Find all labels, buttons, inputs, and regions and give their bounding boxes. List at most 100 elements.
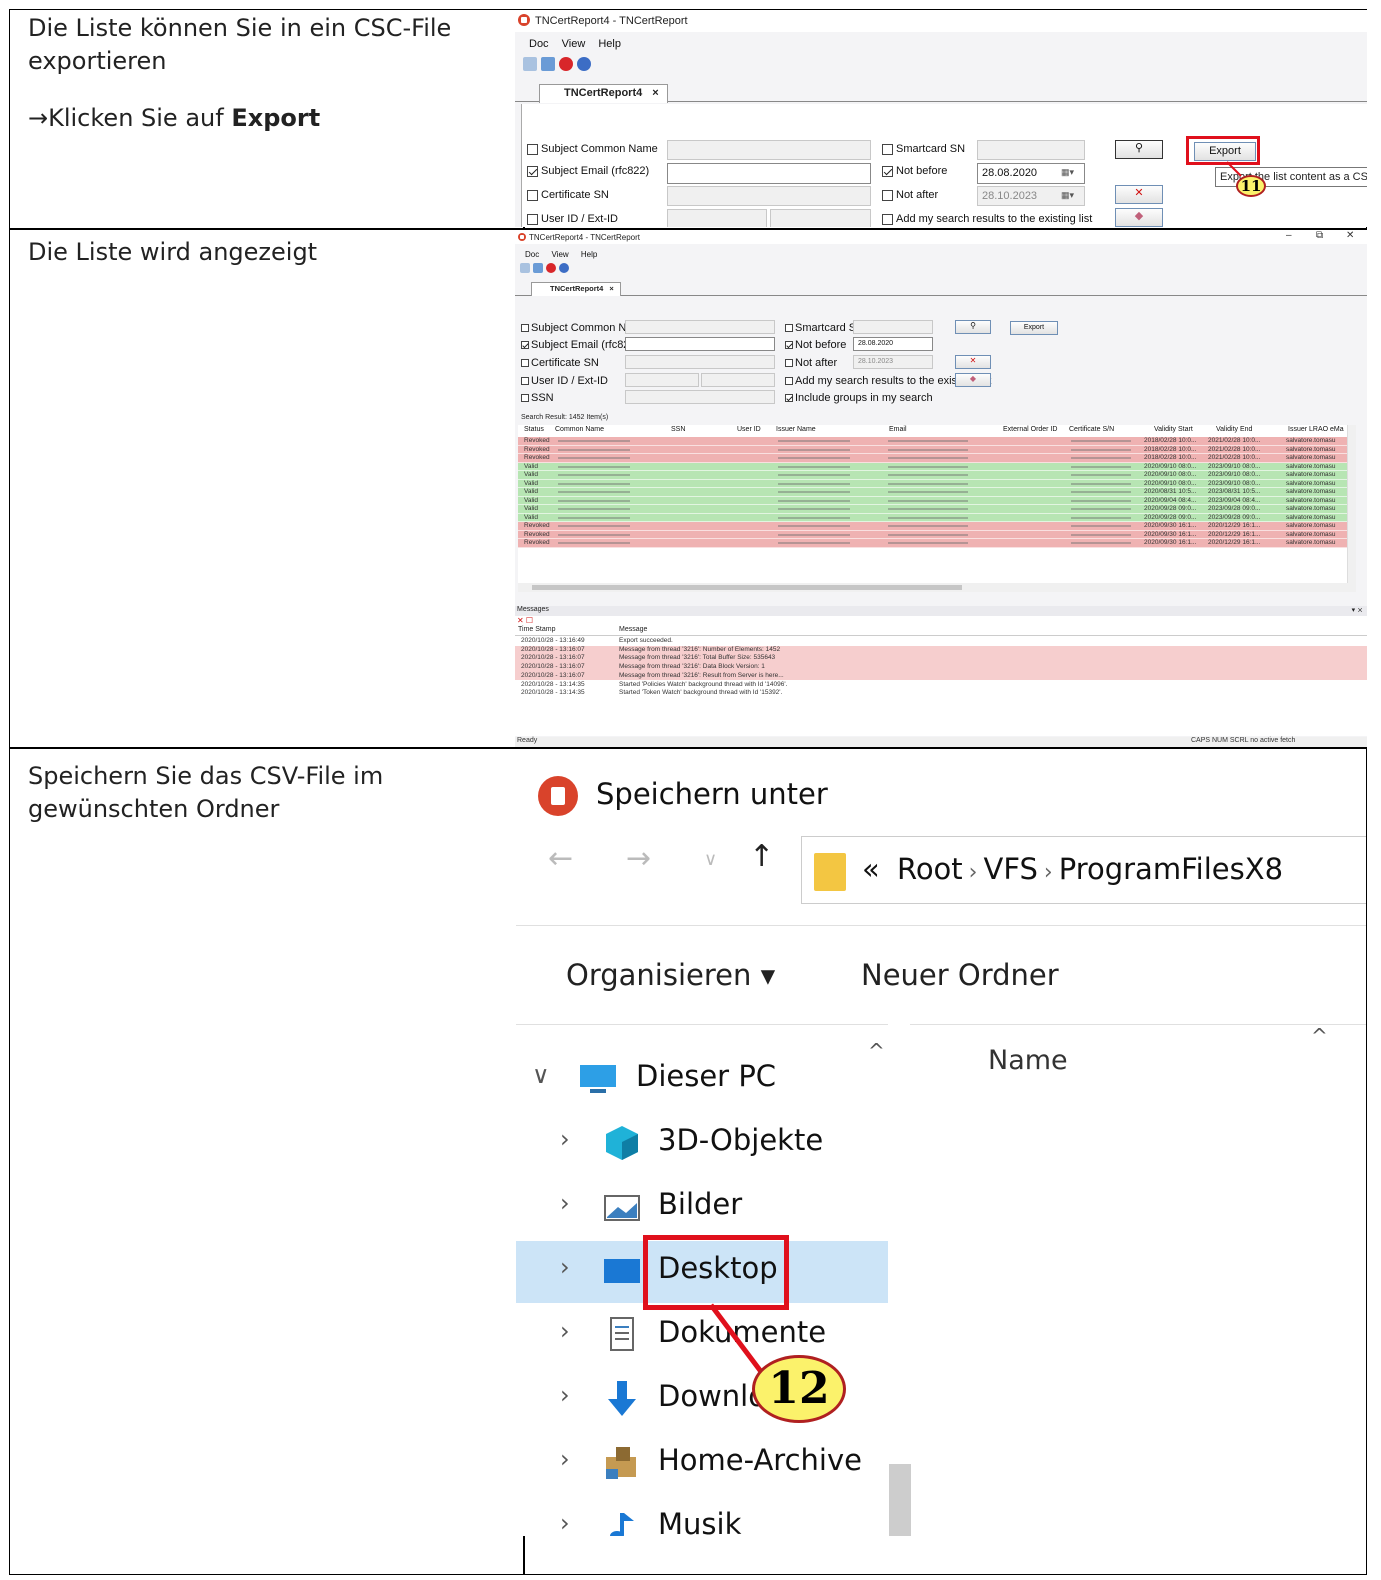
table-row[interactable]: Revoked 2020/09/30 16:1... 2020/12/29 16:1… [518, 522, 1356, 531]
chevron-right-icon[interactable]: › [560, 1189, 570, 1217]
menu-doc[interactable]: Doc [529, 38, 549, 50]
chevron-down-icon[interactable]: ∨ [532, 1061, 550, 1089]
chevron-right-icon[interactable]: › [560, 1317, 570, 1345]
menu-help[interactable]: Help [581, 250, 597, 259]
chevron-right-icon[interactable]: › [560, 1445, 570, 1473]
help-icon[interactable] [559, 263, 569, 273]
message-row[interactable]: 2020/10/28 - 13:14:35 Started 'Policies W… [515, 681, 1367, 690]
col-status[interactable]: Status [524, 426, 544, 433]
subject-cn-checkbox[interactable]: Subject Common Name [527, 143, 658, 155]
cert-sn-checkbox[interactable]: Certificate SN [527, 189, 609, 201]
tree-item-this-pc[interactable]: ∨ Dieser PC [516, 1049, 888, 1111]
address-bar[interactable]: « Root › VFS › ProgramFilesX8 [801, 836, 1366, 904]
ext-id-input[interactable] [701, 373, 775, 387]
scrollbar-thumb[interactable] [889, 1464, 911, 1536]
vertical-scrollbar[interactable] [1347, 425, 1356, 590]
not-before-date[interactable]: 28.08.2020 [853, 337, 933, 351]
smartcard-input[interactable] [977, 140, 1085, 160]
subject-email-checkbox[interactable]: Subject Email (rfc822) [521, 339, 639, 351]
add-results-checkbox[interactable]: Add my search results to the existing li… [882, 213, 1092, 225]
ext-id-input[interactable] [770, 209, 871, 227]
help-icon[interactable] [577, 57, 591, 71]
search-button[interactable]: ⚲ [955, 320, 991, 334]
organize-button[interactable]: Organisieren ▾ [566, 958, 775, 992]
subject-cn-input[interactable] [667, 140, 871, 160]
col-issuer-name[interactable]: Issuer Name [776, 426, 816, 433]
chevron-right-icon[interactable]: › [560, 1509, 570, 1536]
tree-item-pictures[interactable]: › Bilder [516, 1177, 888, 1239]
tree-scrollbar[interactable] [888, 1019, 911, 1536]
clear-button[interactable]: ✕ [955, 355, 991, 369]
new-folder-button[interactable]: Neuer Ordner [861, 958, 1059, 992]
table-row[interactable]: Valid 2020/09/10 08:0... 2023/09/10 08:0..… [518, 479, 1356, 488]
document-icon[interactable] [520, 263, 530, 273]
chevron-right-icon[interactable]: › [560, 1253, 570, 1281]
table-row[interactable]: Valid 2020/09/28 09:0... 2023/09/28 09:0..… [518, 505, 1356, 514]
table-row[interactable]: Valid 2020/09/10 08:0... 2023/09/10 08:0..… [518, 471, 1356, 480]
table-row[interactable]: Valid 2020/08/31 10:5... 2023/08/31 10:5..… [518, 488, 1356, 497]
close-icon[interactable]: ✕ [1346, 230, 1354, 241]
pane-controls-icon[interactable]: ▾ ⨯ [1352, 606, 1363, 614]
horizontal-scrollbar[interactable] [518, 583, 1356, 592]
message-row[interactable]: 2020/10/28 - 13:14:35 Started 'Token Watc… [515, 689, 1367, 698]
stop-icon[interactable] [546, 263, 556, 273]
restore-icon[interactable]: ⧉ [1316, 230, 1323, 241]
subject-email-input[interactable] [625, 337, 775, 351]
forward-arrow-icon[interactable]: → [626, 841, 651, 876]
include-groups-checkbox[interactable]: Include groups in my search [785, 392, 933, 404]
table-row[interactable]: Valid 2020/09/28 09:0... 2023/09/28 09:0..… [518, 513, 1356, 522]
user-id-checkbox[interactable]: User ID / Ext-ID [527, 213, 618, 225]
ssn-checkbox[interactable]: SSN [521, 392, 554, 404]
not-after-date[interactable]: 28.10.2023 [853, 355, 933, 369]
back-arrow-icon[interactable]: ← [548, 841, 573, 876]
table-row[interactable]: Revoked 2020/09/30 16:1... 2020/12/29 16:1… [518, 539, 1356, 548]
message-row[interactable]: 2020/10/28 - 13:16:07 Message from thread… [515, 654, 1367, 664]
close-icon[interactable]: × [652, 87, 658, 99]
col-validity-end[interactable]: Validity End [1216, 426, 1252, 433]
table-row[interactable]: Revoked 2020/09/30 16:1... 2020/12/29 16:1… [518, 530, 1356, 539]
ssn-input[interactable] [625, 390, 775, 404]
tree-item-music[interactable]: › Musik [516, 1497, 888, 1536]
table-row[interactable]: Revoked 2018/02/28 10:0... 2021/02/28 10:0… [518, 445, 1356, 454]
calendar-dropdown-icon[interactable]: ▦▾ [1061, 190, 1081, 204]
breadcrumb-overflow[interactable]: « [862, 852, 880, 886]
cert-sn-input[interactable] [625, 355, 775, 369]
tab-tncertreport4[interactable]: TNCertReport4 × [531, 282, 621, 296]
clear-messages-icon[interactable]: ✕ ☐ [517, 616, 533, 625]
chevron-right-icon[interactable]: › [560, 1125, 570, 1153]
breadcrumb-vfs[interactable]: VFS [983, 852, 1037, 886]
menu-view[interactable]: View [551, 250, 568, 259]
table-row[interactable]: Valid 2020/09/10 08:0... 2023/09/10 08:0..… [518, 462, 1356, 471]
col-external-order-id[interactable]: External Order ID [1003, 426, 1057, 433]
stop-icon[interactable] [559, 57, 573, 71]
clear-button[interactable]: ✕ [1115, 185, 1163, 204]
message-row[interactable]: 2020/10/28 - 13:16:07 Message from thread… [515, 663, 1367, 672]
column-name-header[interactable]: Name [988, 1045, 1068, 1076]
user-id-checkbox[interactable]: User ID / Ext-ID [521, 375, 608, 387]
eraser-button[interactable]: ◆ [955, 373, 991, 387]
col-certificate-sn[interactable]: Certificate S/N [1069, 426, 1114, 433]
cert-sn-checkbox[interactable]: Certificate SN [521, 357, 599, 369]
not-before-checkbox[interactable]: Not before [882, 165, 947, 177]
not-after-checkbox[interactable]: Not after [882, 189, 938, 201]
subject-email-input[interactable] [667, 163, 871, 184]
eraser-button[interactable]: ◆ [1115, 208, 1163, 227]
cert-sn-input[interactable] [667, 186, 871, 206]
message-row[interactable]: 2020/10/28 - 13:16:49 Export succeeded. [515, 637, 1367, 646]
col-time-stamp[interactable]: Time Stamp [518, 626, 555, 633]
col-user-id[interactable]: User ID [737, 426, 761, 433]
col-message[interactable]: Message [619, 626, 647, 633]
calendar-dropdown-icon[interactable]: ▦▾ [1061, 167, 1081, 181]
search-button[interactable]: ⚲ [1115, 140, 1163, 159]
tree-item-documents[interactable]: › Dokumente [516, 1305, 888, 1367]
close-icon[interactable]: × [609, 284, 613, 293]
menu-view[interactable]: View [562, 38, 586, 50]
export-icon[interactable] [533, 263, 543, 273]
export-button[interactable]: Export [1010, 321, 1058, 335]
smartcard-checkbox[interactable]: Smartcard SN [882, 143, 965, 155]
up-arrow-icon[interactable]: ↑ [749, 839, 774, 874]
breadcrumb-root[interactable]: Root [897, 852, 963, 886]
document-icon[interactable] [523, 57, 537, 71]
export-icon[interactable] [541, 57, 555, 71]
table-row[interactable]: Valid 2020/09/04 08:4... 2023/09/04 08:4..… [518, 496, 1356, 505]
